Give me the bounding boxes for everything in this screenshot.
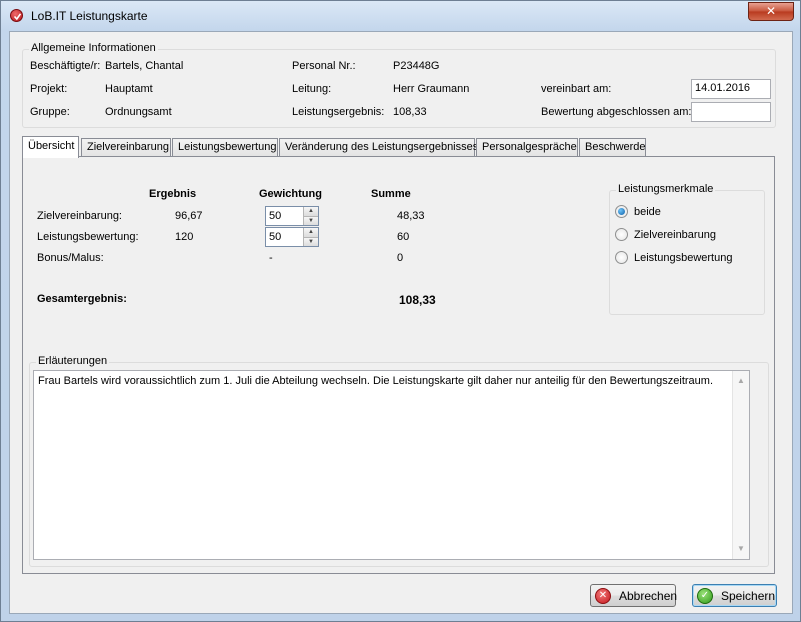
radio-goal[interactable]: Zielvereinbarung (615, 228, 716, 241)
goal-weight-up-button[interactable]: ▲ (303, 207, 318, 216)
row-rating-result: 120 (175, 231, 194, 243)
rating-weight-value: 50 (269, 231, 282, 243)
group-value: Ordnungsamt (105, 106, 172, 118)
radio-both-label: beide (634, 205, 661, 218)
general-info-legend: Allgemeine Informationen (29, 42, 158, 54)
save-button-label: Speichern (721, 588, 776, 603)
employee-value: Bartels, Chantal (105, 60, 184, 72)
radio-rating[interactable]: Leistungsbewertung (615, 251, 732, 264)
rating-weight-stepper[interactable]: 50 ▲ ▼ (265, 227, 319, 247)
rating-weight-up-button[interactable]: ▲ (303, 228, 318, 237)
result-label: Leistungsergebnis: (292, 106, 385, 118)
closed-date-label: Bewertung abgeschlossen am: (541, 106, 692, 118)
col-sum-header: Summe (371, 188, 411, 200)
col-weight-header: Gewichtung (259, 188, 322, 200)
personal-nr-value: P23448G (393, 60, 440, 72)
notes-text: Frau Bartels wird voraussichtlich zum 1.… (38, 375, 714, 387)
result-value: 108,33 (393, 106, 427, 118)
row-rating-label: Leistungsbewertung: (37, 231, 139, 243)
radio-both-indicator[interactable] (615, 205, 628, 218)
general-info-group: Allgemeine Informationen Beschäftigte/r:… (22, 42, 776, 128)
window-title: LoB.IT Leistungskarte (31, 9, 148, 23)
tab-complaint[interactable]: Beschwerde (579, 138, 646, 157)
notes-legend: Erläuterungen (36, 355, 110, 367)
project-value: Hauptamt (105, 83, 153, 95)
app-logo-icon (10, 9, 23, 22)
title-bar: LoB.IT Leistungskarte ✕ (1, 1, 800, 31)
cancel-button-label: Abbrechen (619, 588, 678, 603)
agreed-date-label: vereinbart am: (541, 83, 612, 95)
row-bonus-sum: 0 (397, 252, 404, 264)
features-group: Leistungsmerkmale beide Zielvereinbarung… (609, 183, 765, 315)
row-rating-sum: 60 (397, 231, 410, 243)
radio-rating-label: Leistungsbewertung (634, 251, 733, 264)
row-goal-result: 96,67 (175, 210, 203, 222)
goal-weight-value: 50 (269, 210, 282, 222)
personal-nr-label: Personal Nr.: (292, 60, 356, 72)
radio-goal-label: Zielvereinbarung (634, 228, 716, 241)
radio-goal-indicator[interactable] (615, 228, 628, 241)
row-bonus-label: Bonus/Malus: (37, 252, 104, 264)
notes-textarea[interactable]: Frau Bartels wird voraussichtlich zum 1.… (33, 370, 750, 560)
notes-scrollbar[interactable]: ▲ ▼ (732, 371, 749, 559)
tab-staff-talks[interactable]: Personalgespräche (476, 138, 578, 157)
scroll-down-icon[interactable]: ▼ (733, 541, 749, 557)
checkmark-icon: ✓ (697, 587, 713, 604)
close-window-button[interactable]: ✕ (748, 2, 794, 21)
features-legend: Leistungsmerkmale (616, 183, 716, 195)
total-label: Gesamtergebnis: (37, 293, 127, 305)
radio-both[interactable]: beide (615, 205, 661, 218)
project-label: Projekt: (30, 83, 68, 95)
row-bonus-weight: - (269, 252, 273, 264)
tab-result-change[interactable]: Veränderung des Leistungsergebnisses (279, 138, 478, 157)
row-goal-label: Zielvereinbarung: (37, 210, 122, 222)
cancel-button[interactable]: ✕ Abbrechen (590, 584, 678, 607)
goal-weight-down-button[interactable]: ▼ (303, 216, 318, 225)
lead-value: Herr Graumann (393, 83, 470, 95)
lead-label: Leitung: (292, 83, 332, 95)
rating-weight-down-button[interactable]: ▼ (303, 237, 318, 246)
closed-date-field[interactable] (691, 102, 771, 122)
scroll-up-icon[interactable]: ▲ (733, 373, 749, 389)
tab-goal-agreement[interactable]: Zielvereinbarung (81, 138, 171, 157)
tab-performance-rating[interactable]: Leistungsbewertung (172, 138, 278, 157)
application-window: LoB.IT Leistungskarte ✕ Allgemeine Infor… (0, 0, 801, 622)
client-area: Allgemeine Informationen Beschäftigte/r:… (9, 31, 793, 614)
goal-weight-stepper[interactable]: 50 ▲ ▼ (265, 206, 319, 226)
save-button[interactable]: ✓ Speichern (692, 584, 777, 607)
tab-overview[interactable]: Übersicht (22, 136, 79, 158)
total-value: 108,33 (399, 293, 436, 307)
row-goal-sum: 48,33 (397, 210, 425, 222)
col-result-header: Ergebnis (149, 188, 197, 200)
agreed-date-field[interactable]: 14.01.2016 (691, 79, 771, 99)
cancel-icon: ✕ (595, 587, 611, 604)
overview-panel: Ergebnis Gewichtung Summe Zielvereinbaru… (22, 156, 775, 574)
group-label: Gruppe: (30, 106, 70, 118)
employee-label: Beschäftigte/r: (30, 60, 101, 72)
radio-rating-indicator[interactable] (615, 251, 628, 264)
